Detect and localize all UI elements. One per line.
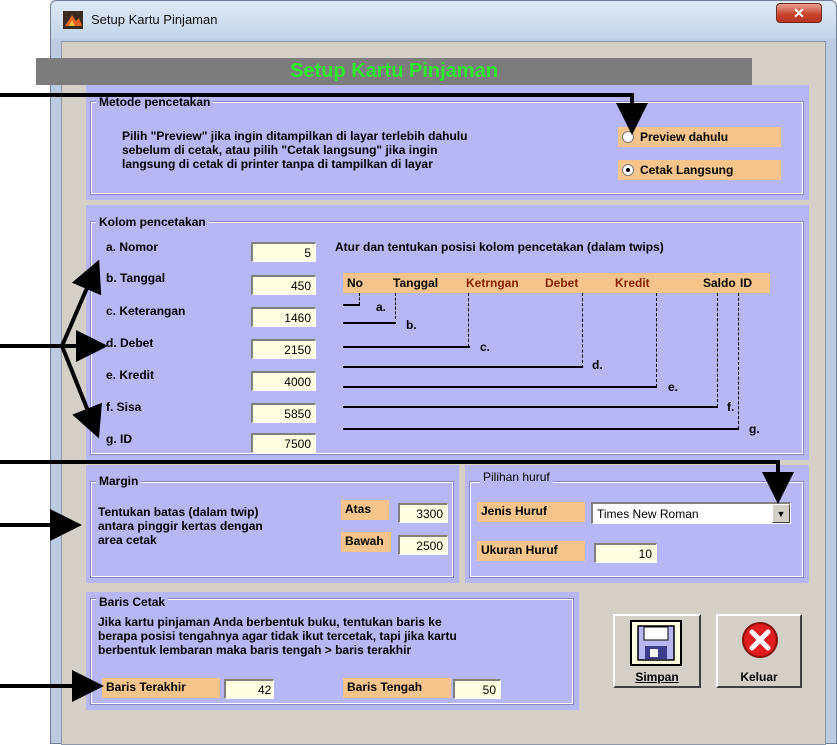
kolom-instruction: Atur dan tentukan posisi kolom pencetaka… [335,240,664,254]
input-keterangan[interactable]: 1460 [251,307,316,327]
page-title: Setup Kartu Pinjaman [36,58,752,85]
input-atas[interactable]: 3300 [398,503,448,523]
radio-preview[interactable]: Preview dahulu [618,127,781,147]
margin-desc-3: area cetak [98,533,157,547]
bar-f [343,406,718,408]
radio-selected-icon [622,164,634,176]
input-tanggal[interactable]: 450 [251,275,316,295]
col-no: No [347,276,363,290]
guide-e [656,293,657,387]
input-nomor[interactable]: 5 [251,242,316,262]
keluar-label: Keluar [740,670,778,684]
bar-d [343,366,583,368]
col-debet: Debet [545,276,579,290]
marker-e: e. [668,380,679,394]
floppy-frame [630,620,682,666]
metode-title: Metode pencetakan [96,95,214,109]
baris-tengah-label: Baris Tengah [343,678,451,698]
col-kredit: Kredit [615,276,650,290]
kolom-group [90,221,804,455]
radio-cetak-label: Cetak Langsung [640,163,734,177]
metode-desc-3: langsung di cetak di printer tanpa di ta… [122,157,433,171]
close-circle-icon [742,622,778,658]
baris-terakhir-label: Baris Terakhir [102,678,220,698]
col-tanggal: Tanggal [393,276,439,290]
margin-title: Margin [96,474,142,488]
bar-c [343,346,470,348]
col-id: ID [740,276,752,290]
metode-desc-2: sebelum di cetak, atau pilih "Cetak lang… [122,143,438,157]
label-nomor: a. Nomor [106,240,159,254]
ukuran-huruf-label: Ukuran Huruf [477,541,585,561]
title-bar[interactable]: Setup Kartu Pinjaman ✕ [51,1,836,39]
input-kredit[interactable]: 4000 [251,371,316,391]
kolom-title: Kolom pencetakan [96,215,209,229]
metode-desc-1: Pilih "Preview" jika ingin ditampilkan d… [122,129,468,143]
guide-c [468,293,469,347]
bar-b [343,322,396,324]
radio-cetak-langsung[interactable]: Cetak Langsung [618,160,781,180]
bawah-label: Bawah [341,532,391,552]
label-id: g. ID [106,432,132,446]
marker-a: a. [376,300,387,314]
input-bawah[interactable]: 2500 [398,535,448,555]
baris-title: Baris Cetak [96,595,169,609]
guide-f [717,293,718,407]
simpan-label: Simpan [635,670,679,684]
atas-label: Atas [341,500,389,520]
baris-panel: Baris Cetak Jika kartu pinjaman Anda ber… [86,592,579,710]
baris-desc-1: Jika kartu pinjaman Anda berbentuk buku,… [98,615,442,629]
label-kredit: e. Kredit [106,368,155,382]
chevron-down-icon[interactable]: ▼ [772,504,790,523]
margin-desc-2: antara pinggir kertas dengan [98,519,263,533]
bar-e [343,386,657,388]
guide-d [582,293,583,368]
marker-b: b. [406,318,417,332]
close-button[interactable]: ✕ [776,3,822,23]
simpan-button[interactable]: Simpan [613,614,701,688]
keluar-button[interactable]: Keluar [716,614,802,688]
input-debet[interactable]: 2150 [251,339,316,359]
marker-g: g. [749,422,760,436]
font-select-value: Times New Roman [597,507,699,521]
label-keterangan: c. Keterangan [106,304,186,318]
bar-g [343,428,739,430]
marker-f: f. [727,400,735,414]
input-id[interactable]: 7500 [251,433,316,453]
marker-c: c. [480,340,491,354]
bar-a [343,304,360,306]
metode-panel: Metode pencetakan Pilih "Preview" jika i… [86,85,809,200]
app-icon [63,11,83,29]
label-sisa: f. Sisa [106,400,142,414]
margin-desc-1: Tentukan batas (dalam twip) [98,505,259,519]
guide-g [738,293,739,429]
kolom-panel: Kolom pencetakan a. Nomor b. Tanggal c. … [86,205,809,460]
input-baris-terakhir[interactable]: 42 [224,679,274,699]
baris-desc-2: berapa posisi tengahnya agar tidak ikut … [98,629,457,643]
input-baris-tengah[interactable]: 50 [453,679,501,699]
window-title: Setup Kartu Pinjaman [91,12,218,27]
label-debet: d. Debet [106,336,154,350]
baris-desc-3: berbentuk lembaran maka baris tengah > b… [98,643,412,657]
font-select[interactable]: Times New Roman ▼ [591,502,791,524]
input-sisa[interactable]: 5850 [251,403,316,423]
input-ukuran-huruf[interactable]: 10 [594,543,657,563]
col-ketrngan: Ketrngan [466,276,519,290]
margin-panel: Margin Tentukan batas (dalam twip) antar… [86,465,459,583]
radio-preview-label: Preview dahulu [640,130,729,144]
huruf-title: Pilihan huruf [480,470,553,484]
label-tanggal: b. Tanggal [106,271,166,285]
floppy-disk-icon [637,625,675,661]
guide-b [395,293,396,319]
jenis-huruf-label: Jenis Huruf [477,502,585,522]
huruf-panel: Pilihan huruf Jenis Huruf Times New Roma… [465,465,809,583]
radio-icon [622,131,634,143]
marker-d: d. [592,358,603,372]
close-icon: ✕ [793,5,805,21]
col-saldo: Saldo [703,276,736,290]
